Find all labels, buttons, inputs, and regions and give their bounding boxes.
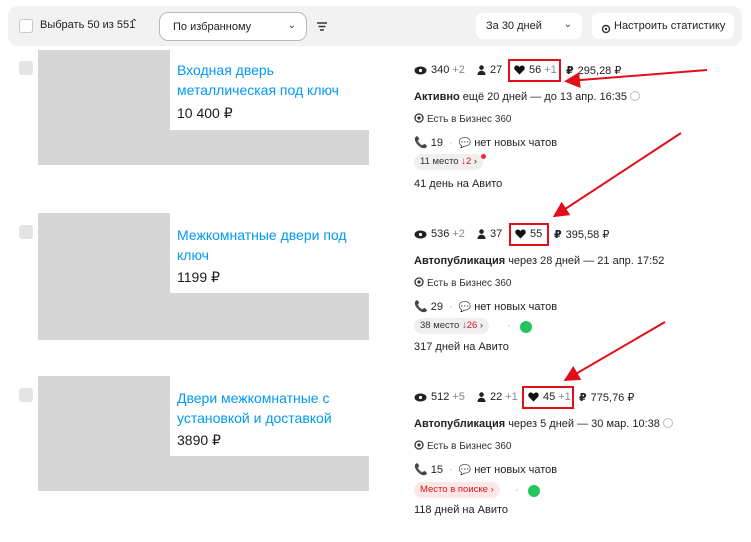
listing-price: 1199 ₽ [177, 269, 220, 285]
spend-stat: ₽395,58 ₽ [554, 229, 610, 241]
promotion-icon[interactable] [528, 485, 540, 497]
listing-title[interactable]: Двери межкомнатные с установкой и достав… [177, 388, 367, 428]
chats-status: нет новых чатов [474, 301, 558, 313]
views-stat: 512 +5 [414, 391, 465, 403]
favorites-highlight-box [522, 386, 574, 409]
eye-icon [414, 393, 427, 402]
favorites-highlight-box [509, 223, 549, 246]
target-icon [414, 440, 424, 450]
search-rank-pill[interactable]: 11 место ↓2 › [414, 154, 484, 170]
business-360-line: Есть в Бизнес 360 [414, 277, 512, 289]
listing-price: 3890 ₽ [177, 432, 221, 448]
spend-stat: ₽775,76 ₽ [579, 392, 635, 404]
search-position-pill[interactable]: Место в поиске › [414, 482, 500, 498]
contacts-stat: 37 [477, 228, 502, 240]
listing-status: Автопубликация через 5 дней — 30 мар. 10… [414, 418, 673, 430]
phone-icon: 📞 [414, 301, 428, 313]
ruble-icon: ₽ [554, 229, 562, 241]
info-icon[interactable] [662, 418, 673, 428]
listing-status: Автопубликация через 28 дней — 21 апр. 1… [414, 255, 665, 267]
item-checkbox[interactable] [19, 225, 33, 239]
calls-count: 15 [430, 464, 444, 476]
listing-title[interactable]: Межкомнатные двери под ключ [177, 225, 367, 265]
person-icon [477, 229, 486, 239]
target-icon [414, 277, 424, 287]
person-icon [477, 392, 486, 402]
days-on-avito: 118 дней на Авито [414, 504, 509, 516]
contacts-stat: 22 +1 [477, 391, 518, 403]
separator-dot: · [507, 320, 511, 332]
contacts-line: 📞 29 · 💬 нет новых чатов [414, 301, 558, 313]
chat-icon: 💬 [458, 302, 472, 313]
separator-dot: · [515, 484, 519, 496]
ruble-icon: ₽ [579, 392, 587, 404]
item-checkbox[interactable] [19, 388, 33, 402]
annotation-arrow [563, 321, 666, 382]
views-stat: 536 +2 [414, 228, 465, 240]
chats-status: нет новых чатов [474, 464, 558, 476]
eye-icon [414, 230, 427, 239]
days-on-avito: 317 дней на Авито [414, 341, 509, 353]
contacts-line: 📞 15 · 💬 нет новых чатов [414, 464, 558, 476]
promotion-icon[interactable] [520, 321, 532, 333]
calls-count: 29 [430, 301, 444, 313]
days-on-avito: 41 день на Авито [414, 178, 503, 190]
phone-icon: 📞 [414, 464, 428, 476]
listing-item: Двери межкомнатные с установкой и достав… [0, 0, 751, 516]
notification-dot [481, 154, 486, 159]
business-360-line: Есть в Бизнес 360 [414, 440, 512, 452]
chat-icon: 💬 [458, 465, 472, 476]
search-rank-pill[interactable]: 38 место ↓26 › [414, 318, 490, 334]
